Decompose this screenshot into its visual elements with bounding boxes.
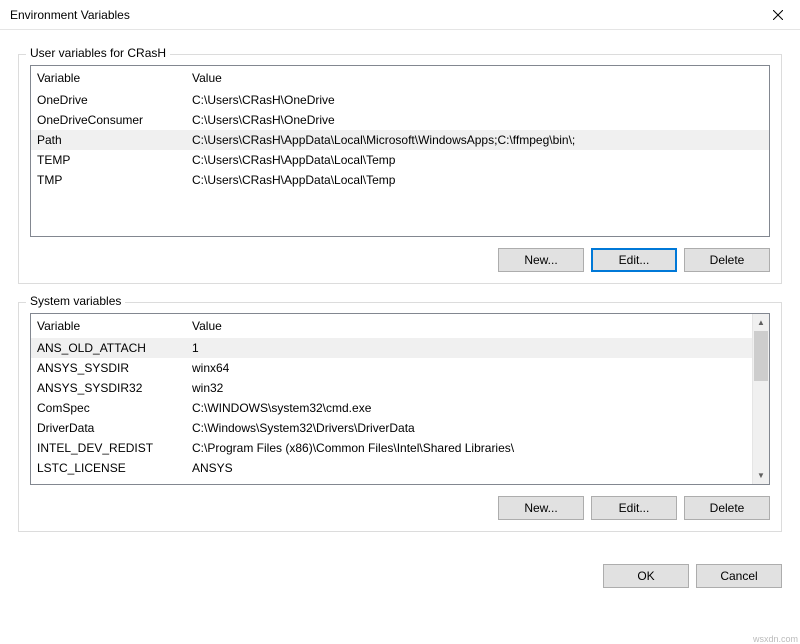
cancel-button[interactable]: Cancel <box>696 564 782 588</box>
column-header-value[interactable]: Value <box>192 319 763 333</box>
scroll-down-icon[interactable]: ▼ <box>753 467 769 484</box>
cell-value: C:\Users\CRasH\OneDrive <box>192 113 763 127</box>
cell-variable: OneDrive <box>37 93 192 107</box>
cell-value: winx64 <box>192 361 746 375</box>
cell-value: C:\Users\CRasH\OneDrive <box>192 93 763 107</box>
cell-value: win32 <box>192 381 746 395</box>
close-button[interactable] <box>755 0 800 30</box>
scroll-up-icon[interactable]: ▲ <box>753 314 769 331</box>
user-variables-table[interactable]: Variable Value OneDrive C:\Users\CRasH\O… <box>30 65 770 237</box>
delete-button[interactable]: Delete <box>684 248 770 272</box>
system-variables-table[interactable]: Variable Value ANS_OLD_ATTACH 1 ANSYS_SY… <box>30 313 770 485</box>
edit-button[interactable]: Edit... <box>591 248 677 272</box>
system-button-row: New... Edit... Delete <box>30 496 770 520</box>
cell-variable: ANSYS_SYSDIR <box>37 361 192 375</box>
cell-value: C:\Users\CRasH\AppData\Local\Temp <box>192 153 763 167</box>
scroll-thumb[interactable] <box>754 331 768 381</box>
user-variables-group: User variables for CRasH Variable Value … <box>18 54 782 284</box>
table-header: Variable Value <box>31 66 769 90</box>
system-variables-group: System variables Variable Value ANS_OLD_… <box>18 302 782 532</box>
cell-variable: INTEL_DEV_REDIST <box>37 441 192 455</box>
cell-variable: OneDriveConsumer <box>37 113 192 127</box>
system-rows-viewport: ANS_OLD_ATTACH 1 ANSYS_SYSDIR winx64 ANS… <box>31 338 752 484</box>
system-variables-label: System variables <box>26 294 125 308</box>
table-row[interactable]: INTEL_DEV_REDIST C:\Program Files (x86)\… <box>31 438 752 458</box>
table-row[interactable]: OneDriveConsumer C:\Users\CRasH\OneDrive <box>31 110 769 130</box>
scrollbar[interactable]: ▲ ▼ <box>752 314 769 484</box>
watermark: wsxdn.com <box>753 634 798 644</box>
cell-variable: ANS_OLD_ATTACH <box>37 341 192 355</box>
table-row[interactable]: LSTC_LICENSE ANSYS <box>31 458 752 478</box>
table-row[interactable]: ANSYS_SYSDIR winx64 <box>31 358 752 378</box>
delete-button[interactable]: Delete <box>684 496 770 520</box>
ok-button[interactable]: OK <box>603 564 689 588</box>
table-row[interactable]: DriverData C:\Windows\System32\Drivers\D… <box>31 418 752 438</box>
column-header-variable[interactable]: Variable <box>37 319 192 333</box>
table-row[interactable]: OneDrive C:\Users\CRasH\OneDrive <box>31 90 769 110</box>
cell-value: 1 <box>192 341 746 355</box>
close-icon <box>773 10 783 20</box>
cell-variable: TMP <box>37 173 192 187</box>
dialog-content: User variables for CRasH Variable Value … <box>0 30 800 558</box>
cell-value: C:\Windows\System32\Drivers\DriverData <box>192 421 746 435</box>
new-button[interactable]: New... <box>498 496 584 520</box>
table-row[interactable]: ComSpec C:\WINDOWS\system32\cmd.exe <box>31 398 752 418</box>
cell-variable: ANSYS_SYSDIR32 <box>37 381 192 395</box>
edit-button[interactable]: Edit... <box>591 496 677 520</box>
cell-value: ANSYS <box>192 461 746 475</box>
cell-variable: LSTC_LICENSE <box>37 461 192 475</box>
column-header-variable[interactable]: Variable <box>37 71 192 85</box>
cell-value: C:\Users\CRasH\AppData\Local\Microsoft\W… <box>192 133 763 147</box>
cell-variable: ComSpec <box>37 401 192 415</box>
cell-variable: TEMP <box>37 153 192 167</box>
column-header-value[interactable]: Value <box>192 71 763 85</box>
cell-variable: DriverData <box>37 421 192 435</box>
table-row[interactable]: Path C:\Users\CRasH\AppData\Local\Micros… <box>31 130 769 150</box>
table-row[interactable]: ANS_OLD_ATTACH 1 <box>31 338 752 358</box>
table-row[interactable]: TEMP C:\Users\CRasH\AppData\Local\Temp <box>31 150 769 170</box>
table-row[interactable]: ANSYS_SYSDIR32 win32 <box>31 378 752 398</box>
window-title: Environment Variables <box>10 8 130 22</box>
cell-value: C:\Program Files (x86)\Common Files\Inte… <box>192 441 746 455</box>
cell-value: C:\WINDOWS\system32\cmd.exe <box>192 401 746 415</box>
table-row[interactable]: TMP C:\Users\CRasH\AppData\Local\Temp <box>31 170 769 190</box>
user-variables-label: User variables for CRasH <box>26 46 170 60</box>
new-button[interactable]: New... <box>498 248 584 272</box>
titlebar: Environment Variables <box>0 0 800 30</box>
dialog-button-row: OK Cancel <box>0 564 800 588</box>
cell-variable: Path <box>37 133 192 147</box>
user-button-row: New... Edit... Delete <box>30 248 770 272</box>
cell-value: C:\Users\CRasH\AppData\Local\Temp <box>192 173 763 187</box>
table-header: Variable Value <box>31 314 769 338</box>
